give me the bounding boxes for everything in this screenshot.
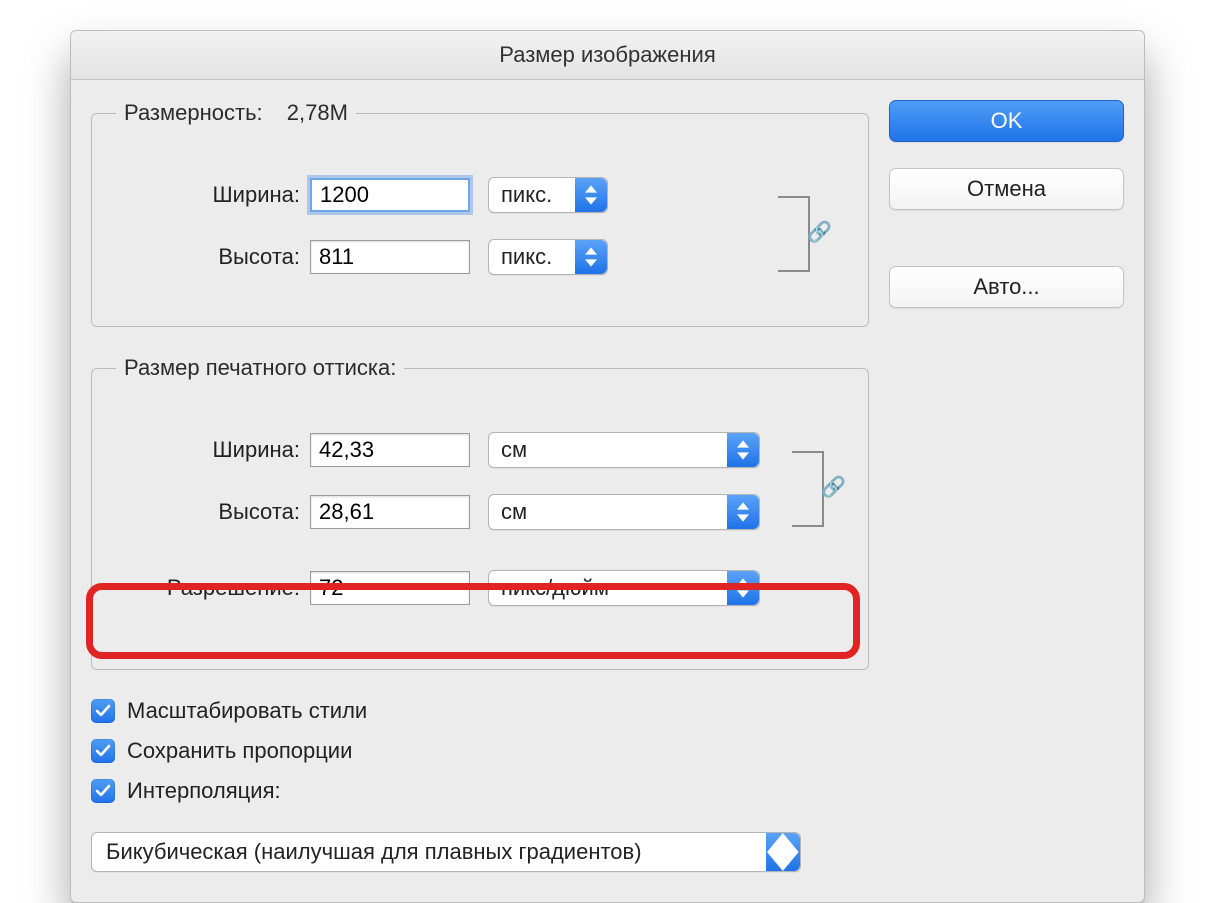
document-size-group: Размер печатного оттиска: Ширина: см — [91, 355, 869, 670]
resample-method-select[interactable]: Бикубическая (наилучшая для плавных град… — [91, 832, 801, 872]
resample-checkbox[interactable] — [91, 779, 115, 803]
px-height-input[interactable] — [310, 240, 470, 274]
doc-aspect-bracket — [792, 451, 824, 527]
scale-styles-checkbox[interactable] — [91, 699, 115, 723]
pixel-dimensions-group: Размерность: 2,78M Ширина: пикс. — [91, 100, 869, 327]
doc-height-unit-select[interactable]: см — [488, 494, 760, 530]
resolution-unit-value: пикс/дюйм — [501, 575, 609, 601]
doc-height-input[interactable] — [310, 495, 470, 529]
px-width-input[interactable] — [310, 178, 470, 212]
image-size-dialog: Размер изображения Размерность: 2,78M Ши… — [70, 30, 1145, 903]
document-size-legend: Размер печатного оттиска: — [116, 355, 404, 381]
pixel-dimensions-readout: 2,78M — [287, 100, 348, 125]
auto-button[interactable]: Авто... — [889, 266, 1124, 308]
px-width-unit-value: пикс. — [501, 182, 552, 208]
px-height-unit-value: пикс. — [501, 244, 552, 270]
px-height-unit-select[interactable]: пикс. — [488, 239, 608, 275]
doc-width-label: Ширина: — [110, 437, 310, 463]
dropdown-arrows-icon — [727, 571, 759, 605]
px-aspect-bracket — [778, 196, 810, 272]
resolution-label: Разрешение: — [110, 575, 310, 601]
resolution-unit-select[interactable]: пикс/дюйм — [488, 570, 760, 606]
scale-styles-row[interactable]: Масштабировать стили — [91, 698, 869, 724]
doc-width-unit-select[interactable]: см — [488, 432, 760, 468]
px-width-label: Ширина: — [110, 182, 310, 208]
pixel-dimensions-legend: Размерность: 2,78M — [116, 100, 356, 126]
resample-row[interactable]: Интерполяция: — [91, 778, 869, 804]
chain-link-icon: 🔗 — [807, 220, 832, 245]
doc-width-unit-value: см — [501, 437, 527, 463]
dropdown-arrows-icon — [727, 495, 759, 529]
check-icon — [95, 783, 111, 799]
dropdown-arrows-icon — [575, 178, 607, 212]
constrain-proportions-row[interactable]: Сохранить пропорции — [91, 738, 869, 764]
doc-height-unit-value: см — [501, 499, 527, 525]
chain-link-icon: 🔗 — [821, 475, 846, 500]
scale-styles-label: Масштабировать стили — [127, 698, 367, 724]
check-icon — [95, 703, 111, 719]
dropdown-arrows-icon — [575, 240, 607, 274]
check-icon — [95, 743, 111, 759]
dialog-title: Размер изображения — [71, 31, 1144, 80]
resample-label: Интерполяция: — [127, 778, 281, 804]
constrain-proportions-label: Сохранить пропорции — [127, 738, 352, 764]
constrain-proportions-checkbox[interactable] — [91, 739, 115, 763]
pixel-dimensions-label: Размерность: — [124, 100, 263, 125]
resample-method-value: Бикубическая (наилучшая для плавных град… — [106, 839, 642, 865]
px-height-label: Высота: — [110, 244, 310, 270]
dropdown-arrows-icon — [766, 833, 800, 871]
doc-width-input[interactable] — [310, 433, 470, 467]
doc-height-label: Высота: — [110, 499, 310, 525]
cancel-button[interactable]: Отмена — [889, 168, 1124, 210]
dropdown-arrows-icon — [727, 433, 759, 467]
ok-button[interactable]: OK — [889, 100, 1124, 142]
resolution-input[interactable] — [310, 571, 470, 605]
px-width-unit-select[interactable]: пикс. — [488, 177, 608, 213]
